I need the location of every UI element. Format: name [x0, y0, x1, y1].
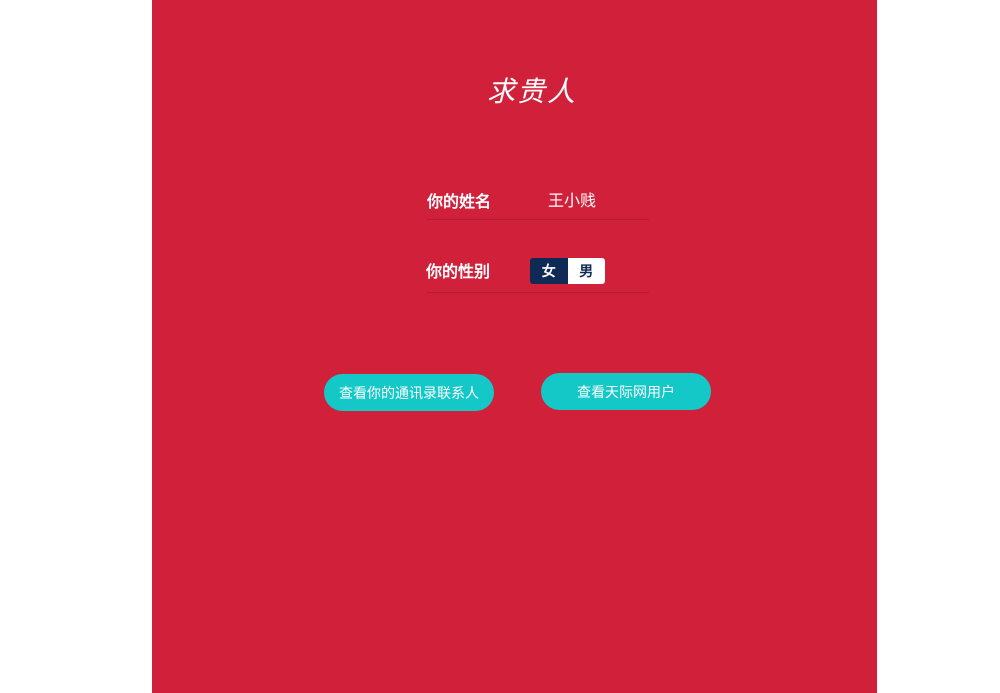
page-title: 求贵人 — [486, 75, 577, 108]
gender-option-male[interactable]: 男 — [567, 258, 605, 284]
gender-label: 你的性别 — [426, 262, 491, 281]
name-underline — [427, 219, 649, 220]
gender-option-female[interactable]: 女 — [530, 258, 568, 284]
gender-underline — [427, 292, 649, 293]
gender-toggle[interactable]: 女 男 — [530, 258, 605, 284]
main-panel: 求贵人 你的姓名 你的性别 女 男 查看你的通讯录联系人 查看天际网用户 — [152, 0, 877, 693]
view-contacts-button[interactable]: 查看你的通讯录联系人 — [324, 374, 494, 411]
view-users-button[interactable]: 查看天际网用户 — [541, 373, 711, 410]
name-input[interactable] — [548, 187, 648, 211]
name-label: 你的姓名 — [427, 192, 492, 211]
